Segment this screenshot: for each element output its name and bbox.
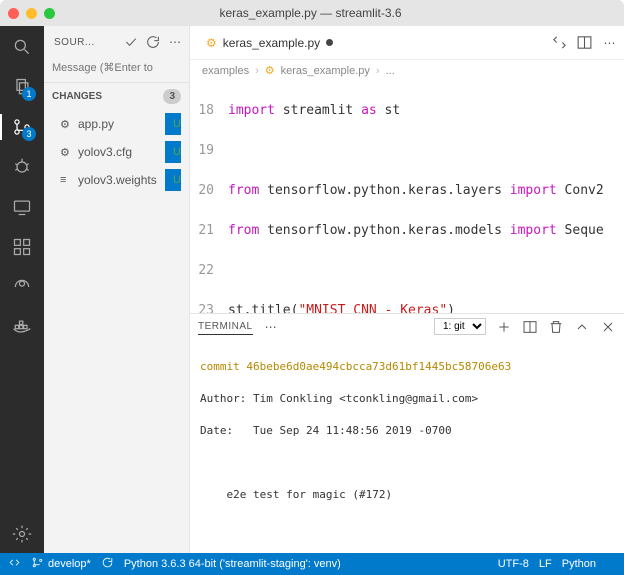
gear-icon: ⚙	[60, 146, 74, 159]
close-icon[interactable]	[600, 319, 616, 335]
explorer-badge: 1	[22, 87, 36, 101]
maximize-window[interactable]	[44, 8, 55, 19]
split-terminal-icon[interactable]	[522, 319, 538, 335]
breadcrumb-item[interactable]: ...	[386, 65, 395, 77]
sync-status[interactable]	[101, 556, 114, 572]
chevron-right-icon: ›	[376, 65, 380, 77]
branch-status[interactable]: develop*	[31, 556, 91, 572]
close-window[interactable]	[8, 8, 19, 19]
sidebar-title: SOUR...	[54, 37, 117, 48]
titlebar: keras_example.py — streamlit-3.6	[0, 0, 624, 26]
chevron-up-icon[interactable]	[574, 319, 590, 335]
terminal-line: Date: Tue Sep 24 11:48:56 2019 -0700	[200, 423, 614, 439]
editor-area: ⚙ keras_example.py ⋯ examples › ⚙ keras_…	[190, 26, 624, 553]
sidebar: SOUR... ⋯ CHANGES 3 ⚙ app.py U ⚙ yolov3.…	[44, 26, 190, 553]
docker-icon[interactable]	[11, 316, 33, 338]
breadcrumb[interactable]: examples › ⚙ keras_example.py › ...	[190, 60, 624, 81]
settings-icon[interactable]	[11, 523, 33, 545]
breadcrumb-item[interactable]: keras_example.py	[281, 65, 370, 77]
branch-name: develop*	[48, 558, 91, 570]
panel-tab-terminal[interactable]: TERMINAL	[198, 319, 253, 335]
code-editor[interactable]: 18import streamlit as st 19 20from tenso…	[190, 81, 624, 313]
panel: TERMINAL ⋯ 1: git commit 46bebe6d0ae494c…	[190, 313, 624, 553]
line-number: 23	[196, 301, 228, 313]
breadcrumb-item[interactable]: examples	[202, 65, 249, 77]
encoding-status[interactable]: UTF-8	[498, 558, 529, 570]
changes-count: 3	[163, 89, 181, 104]
branch-icon	[31, 556, 44, 572]
scm-icon[interactable]: 3	[11, 116, 33, 138]
status-bar: develop* Python 3.6.3 64-bit ('streamlit…	[0, 553, 624, 575]
file-icon: ≡	[60, 174, 74, 186]
more-icon[interactable]: ⋯	[167, 34, 183, 50]
sidebar-header: SOUR... ⋯	[44, 26, 189, 54]
terminal-line: commit 46bebe6d0ae494cbcca73d61bf1445bc5…	[200, 359, 614, 375]
minimize-window[interactable]	[26, 8, 37, 19]
python-status[interactable]: Python 3.6.3 64-bit ('streamlit-staging'…	[124, 558, 341, 570]
changes-label: CHANGES	[52, 91, 102, 102]
remote-status[interactable]	[8, 556, 21, 572]
file-name: yolov3.weights	[78, 173, 165, 187]
line-number: 22	[196, 261, 228, 281]
refresh-icon[interactable]	[145, 34, 161, 50]
commit-message-input[interactable]	[52, 58, 181, 78]
sync-icon	[101, 556, 114, 572]
terminal-line: Author: Tim Conkling <tconkling@gmail.co…	[200, 391, 614, 407]
file-name: app.py	[78, 117, 165, 131]
terminal-line: e2e test for magic (#172)	[200, 487, 614, 503]
gear-icon: ⚙	[60, 118, 74, 131]
file-status: U	[165, 113, 181, 135]
file-status: U	[165, 141, 181, 163]
window-title: keras_example.py — streamlit-3.6	[62, 6, 559, 20]
remote-icon[interactable]	[11, 196, 33, 218]
scm-badge: 3	[22, 127, 36, 141]
file-name: yolov3.cfg	[78, 145, 165, 159]
more-icon[interactable]: ⋯	[263, 319, 279, 335]
panel-header: TERMINAL ⋯ 1: git	[190, 314, 624, 339]
changes-section: CHANGES 3 ⚙ app.py U ⚙ yolov3.cfg U ≡ yo…	[44, 82, 189, 194]
tab-keras-example[interactable]: ⚙ keras_example.py	[196, 26, 343, 59]
remote-icon	[8, 556, 21, 572]
eol-status[interactable]: LF	[539, 558, 552, 570]
line-number: 18	[196, 101, 228, 121]
dirty-dot-icon	[326, 39, 333, 46]
list-item[interactable]: ⚙ yolov3.cfg U	[44, 138, 189, 166]
extensions-icon[interactable]	[11, 236, 33, 258]
activity-bar: 1 3	[0, 26, 44, 553]
line-number: 21	[196, 221, 228, 241]
language-status[interactable]: Python	[562, 558, 596, 570]
changes-header[interactable]: CHANGES 3	[44, 83, 189, 110]
chevron-right-icon: ›	[255, 65, 259, 77]
commit-message-box[interactable]	[52, 58, 181, 78]
python-file-icon: ⚙	[206, 36, 217, 50]
compare-icon[interactable]	[551, 34, 568, 51]
list-item[interactable]: ⚙ app.py U	[44, 110, 189, 138]
debug-icon[interactable]	[11, 156, 33, 178]
tab-label: keras_example.py	[223, 36, 320, 50]
python-file-icon: ⚙	[265, 64, 275, 77]
terminal-output[interactable]: commit 46bebe6d0ae494cbcca73d61bf1445bc5…	[190, 339, 624, 553]
check-icon[interactable]	[123, 34, 139, 50]
more-icon[interactable]: ⋯	[601, 34, 618, 51]
liveshare-icon[interactable]	[11, 276, 33, 298]
file-status: U	[165, 169, 181, 191]
terminal-selector[interactable]: 1: git	[434, 318, 486, 335]
explorer-icon[interactable]: 1	[11, 76, 33, 98]
list-item[interactable]: ≡ yolov3.weights U	[44, 166, 189, 194]
search-icon[interactable]	[11, 36, 33, 58]
line-number: 19	[196, 141, 228, 161]
trash-icon[interactable]	[548, 319, 564, 335]
editor-tabs: ⚙ keras_example.py ⋯	[190, 26, 624, 60]
plus-icon[interactable]	[496, 319, 512, 335]
line-number: 20	[196, 181, 228, 201]
window-controls	[8, 8, 55, 19]
split-editor-icon[interactable]	[576, 34, 593, 51]
